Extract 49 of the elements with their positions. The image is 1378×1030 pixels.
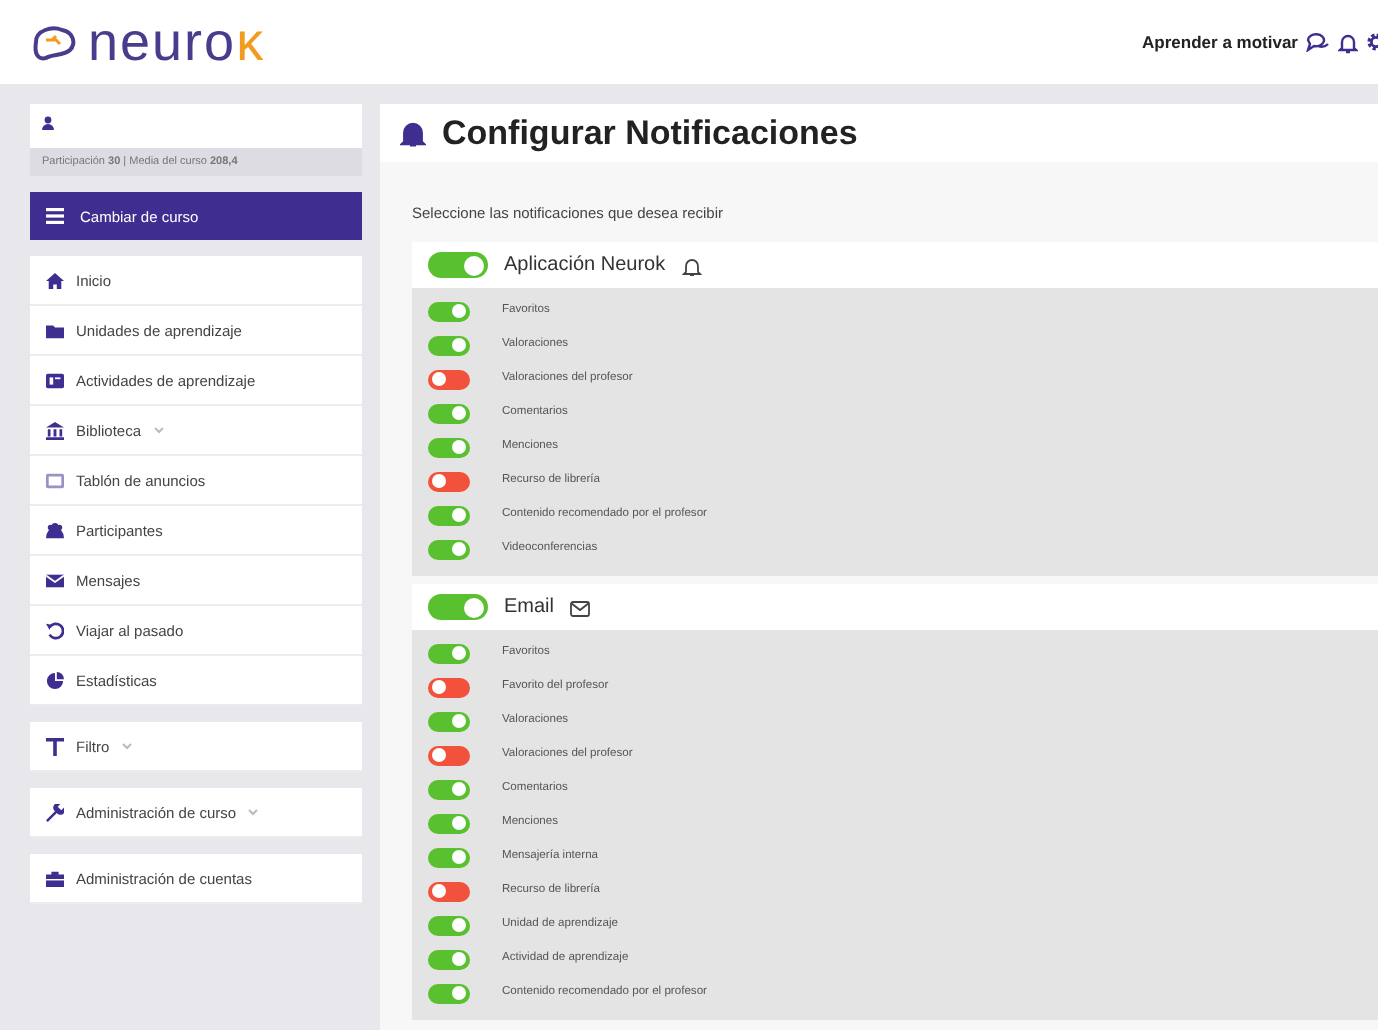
list-icon (46, 208, 64, 225)
caret-icon (153, 426, 164, 435)
toggle-switch[interactable] (428, 471, 470, 492)
toggle-switch[interactable] (428, 252, 488, 279)
home-icon (46, 271, 64, 290)
bell-icon (400, 119, 426, 147)
logo-text[interactable]: neuroκ (88, 15, 266, 69)
toggle-switch[interactable] (428, 403, 470, 424)
channel-name: Aplicación Neurok (504, 252, 666, 281)
toggle-switch[interactable] (428, 949, 470, 970)
course-name[interactable]: Aprender a motivar (1142, 29, 1298, 55)
envelope-icon (570, 597, 591, 618)
toggle-switch[interactable] (428, 301, 470, 322)
toggle-switch[interactable] (428, 369, 470, 390)
toggle-switch[interactable] (428, 745, 470, 766)
toggle-switch[interactable] (428, 915, 470, 936)
folder-icon (46, 321, 64, 340)
toggle-switch[interactable] (428, 779, 470, 800)
toggle-switch[interactable] (428, 505, 470, 526)
toggle-switch[interactable] (428, 594, 488, 621)
filter-icon (46, 737, 64, 756)
chat-icon[interactable] (1306, 32, 1330, 52)
wrench-icon (46, 803, 64, 822)
board-icon (46, 371, 64, 390)
caret-icon (121, 742, 132, 751)
toggle-switch[interactable] (428, 983, 470, 1004)
people-icon (46, 521, 64, 540)
history-icon (46, 621, 64, 640)
bank-icon (46, 421, 64, 440)
toggle-switch[interactable] (428, 335, 470, 356)
bell-icon[interactable] (1338, 31, 1358, 53)
caret-icon (248, 808, 259, 817)
logo-icon (28, 22, 80, 62)
envelope-icon (46, 571, 64, 590)
channel-name: Email (504, 594, 555, 623)
page-title: Configurar Notificaciones (442, 111, 858, 156)
toggle-switch[interactable] (428, 813, 470, 834)
toggle-switch[interactable] (428, 437, 470, 458)
toggle-switch[interactable] (428, 677, 470, 698)
user-icon (42, 116, 54, 131)
toggle-switch[interactable] (428, 881, 470, 902)
toggle-switch[interactable] (428, 539, 470, 560)
board-icon (46, 471, 64, 490)
pie-chart-icon (46, 671, 64, 690)
briefcase-icon (46, 869, 64, 888)
bell-icon (681, 255, 702, 276)
toggle-switch[interactable] (428, 711, 470, 732)
toggle-switch[interactable] (428, 643, 470, 664)
toggle-switch[interactable] (428, 847, 470, 868)
